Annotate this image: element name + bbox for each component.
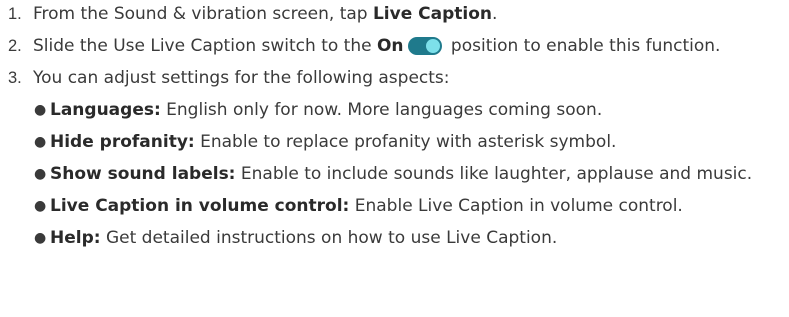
step-text-part: . — [492, 4, 498, 24]
option-text: Languages: English only for now. More la… — [50, 99, 781, 122]
option-text: Live Caption in volume control: Enable L… — [50, 195, 781, 218]
option-label: Live Caption in volume control: — [50, 196, 350, 216]
option-description: Enable Live Caption in volume control. — [349, 196, 683, 216]
option-label: Show sound labels: — [50, 164, 236, 184]
option-show-sound-labels: ● Show sound labels: Enable to include s… — [34, 163, 781, 186]
toggle-switch-icon — [407, 37, 442, 55]
step-text-part: position to enable this function. — [445, 36, 721, 56]
live-caption-term: Live Caption — [372, 4, 493, 24]
instructions-document: 1. From the Sound & vibration screen, ta… — [0, 0, 789, 250]
option-text: Hide profanity: Enable to replace profan… — [50, 131, 781, 154]
option-live-caption-volume: ● Live Caption in volume control: Enable… — [34, 195, 781, 218]
on-term: On — [376, 36, 404, 56]
step-number: 3. — [8, 69, 22, 87]
step-1: 1. From the Sound & vibration screen, ta… — [8, 3, 781, 26]
step-3: 3. You can adjust settings for the follo… — [8, 67, 781, 90]
step-text: From the Sound & vibration screen, tap L… — [33, 3, 781, 26]
option-label: Help: — [50, 228, 101, 248]
bullet-icon: ● — [34, 198, 47, 214]
step-text: Slide the Use Live Caption switch to the… — [33, 35, 781, 58]
step-text-part: From the Sound & vibration screen, tap — [33, 4, 373, 24]
option-help: ● Help: Get detailed instructions on how… — [34, 227, 781, 250]
step-text-part: Slide the Use Live Caption switch to the — [33, 36, 377, 56]
bullet-icon: ● — [34, 102, 47, 118]
step-number: 2. — [8, 37, 22, 55]
option-hide-profanity: ● Hide profanity: Enable to replace prof… — [34, 131, 781, 154]
bullet-icon: ● — [34, 134, 47, 150]
option-languages: ● Languages: English only for now. More … — [34, 99, 781, 122]
option-description: Enable to include sounds like laughter, … — [235, 164, 753, 184]
option-text: Show sound labels: Enable to include sou… — [50, 163, 781, 186]
option-description: Enable to replace profanity with asteris… — [194, 132, 617, 152]
step-2: 2. Slide the Use Live Caption switch to … — [8, 35, 781, 58]
step-text: You can adjust settings for the followin… — [33, 68, 450, 88]
option-label: Languages: — [50, 100, 161, 120]
option-description: Get detailed instructions on how to use … — [100, 228, 558, 248]
option-description: English only for now. More languages com… — [160, 100, 603, 120]
option-text: Help: Get detailed instructions on how t… — [50, 227, 781, 250]
bullet-icon: ● — [34, 166, 47, 182]
settings-options-list: ● Languages: English only for now. More … — [8, 99, 781, 250]
step-number: 1. — [8, 5, 22, 23]
toggle-knob — [425, 39, 440, 53]
option-label: Hide profanity: — [50, 132, 195, 152]
bullet-icon: ● — [34, 230, 47, 246]
